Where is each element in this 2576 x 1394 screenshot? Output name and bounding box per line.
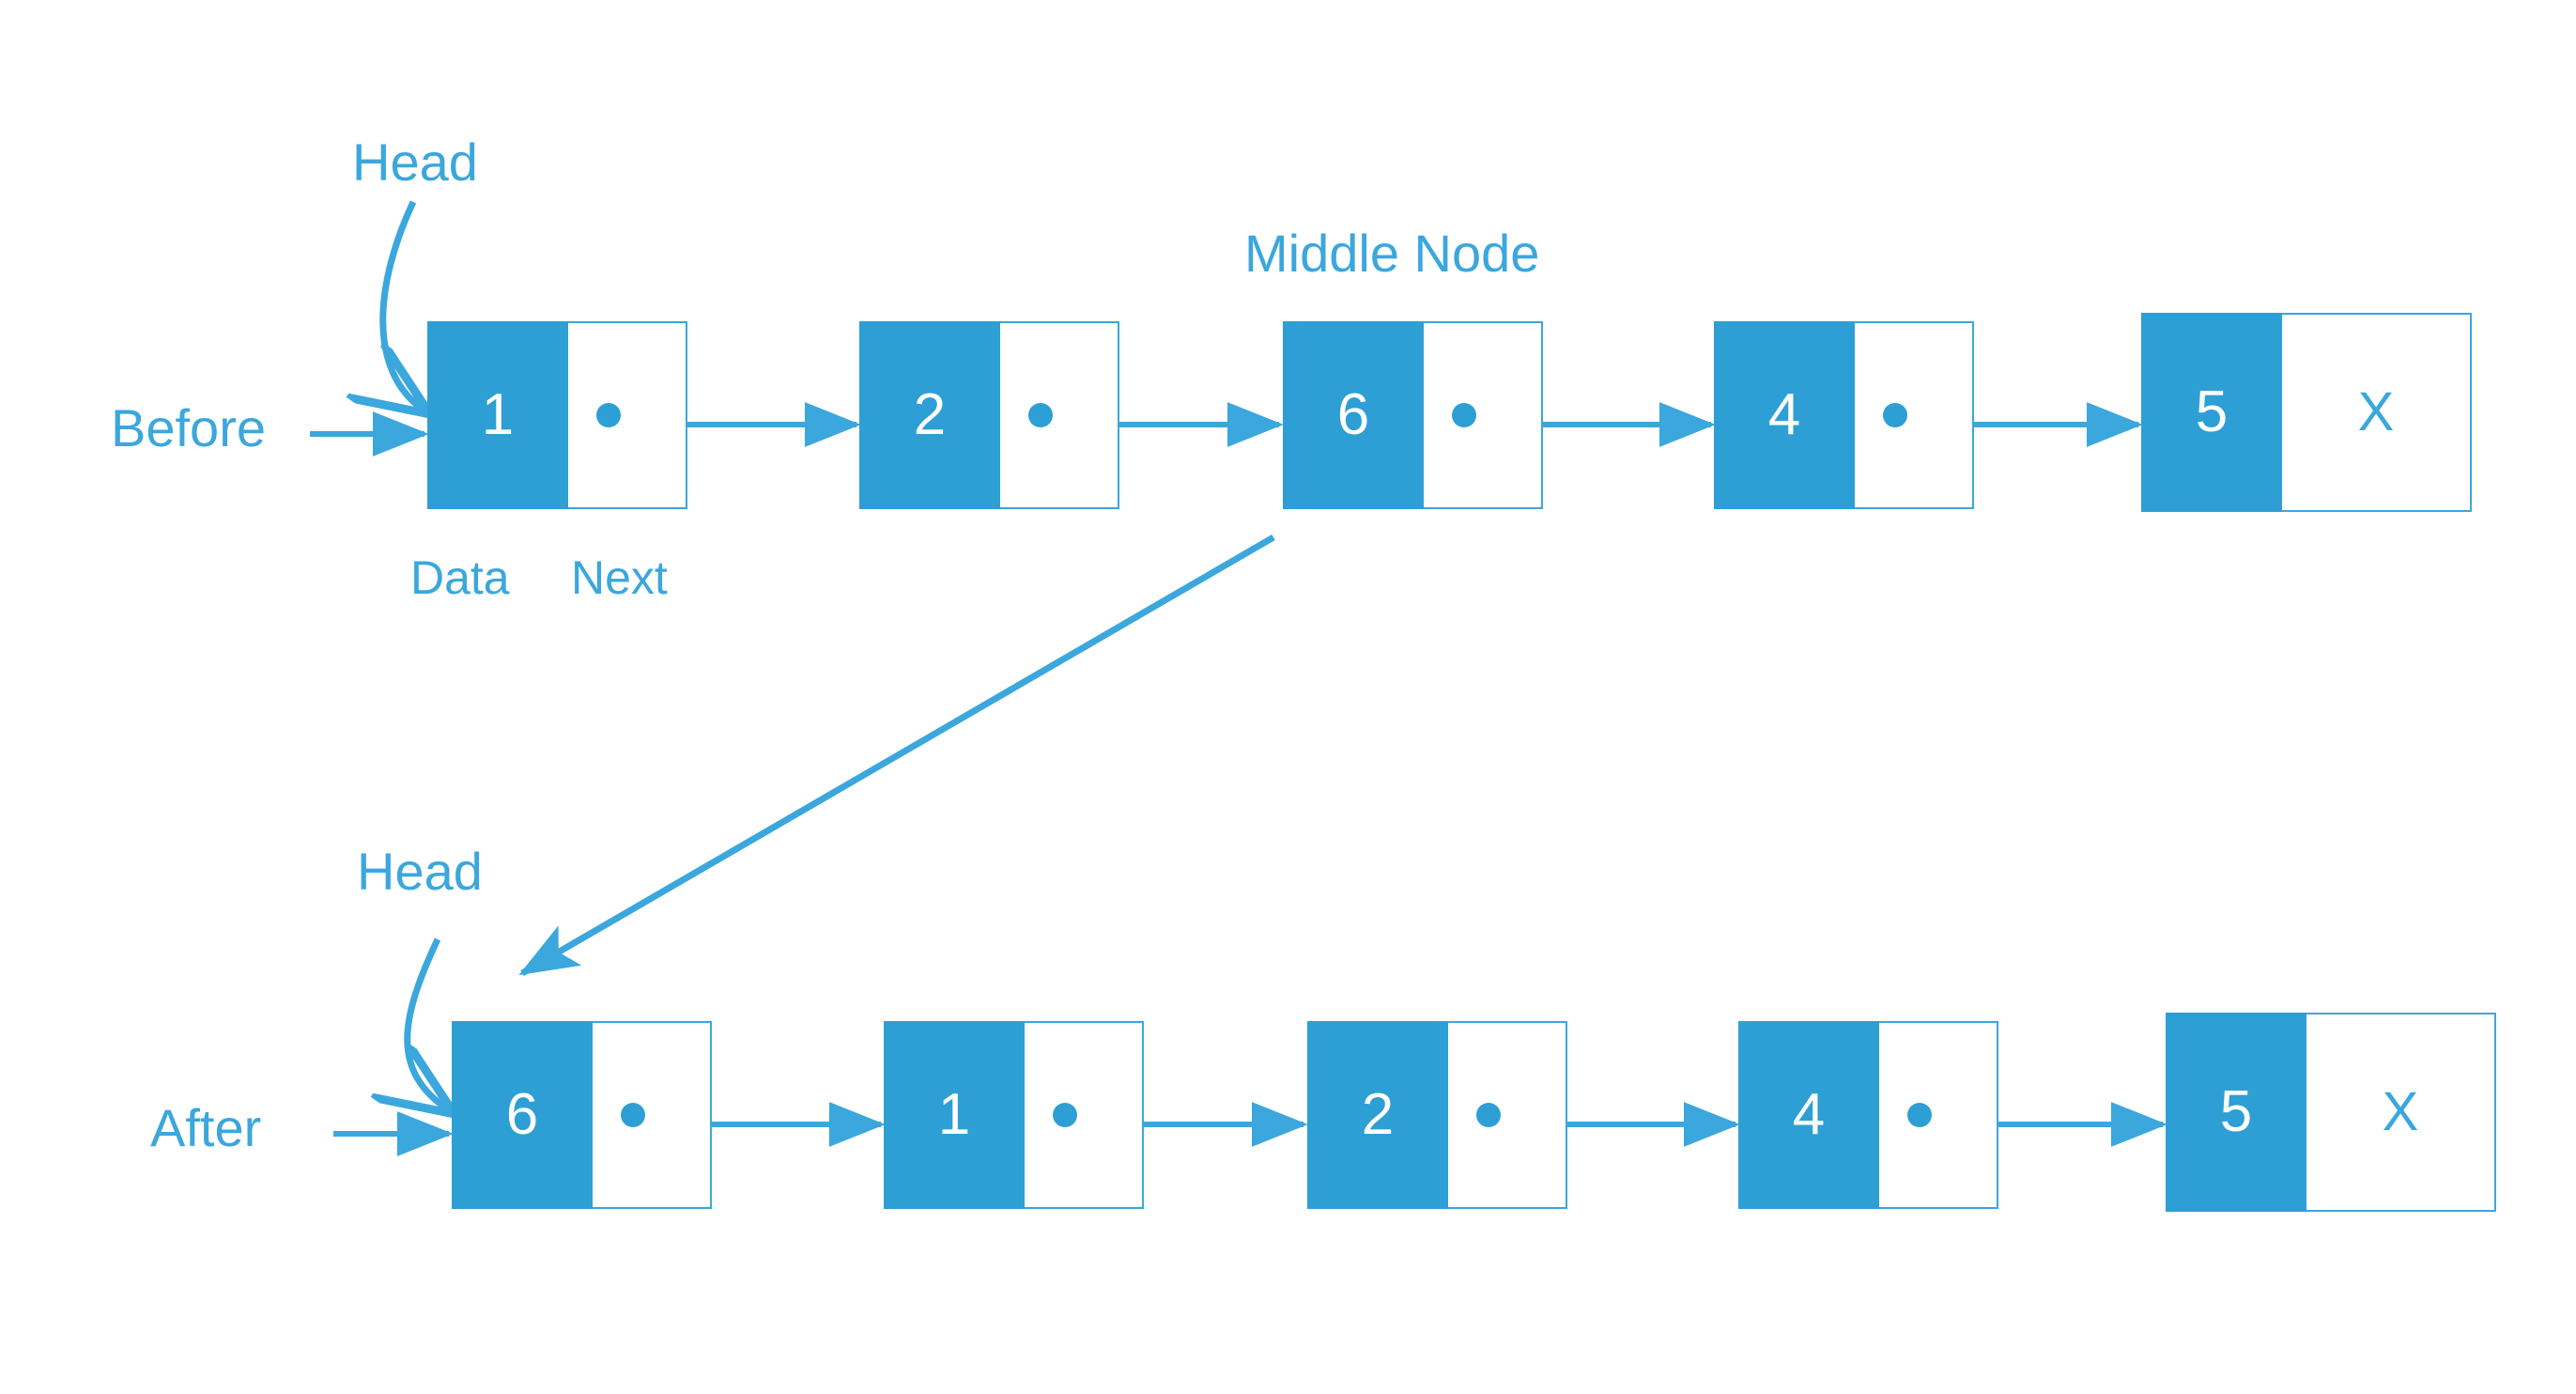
node-next-cell xyxy=(1025,1021,1144,1209)
head-label-before: Head xyxy=(352,132,478,192)
node-after-0[interactable]: 6 xyxy=(452,1021,712,1209)
node-next-cell xyxy=(1000,321,1119,509)
head-label-after: Head xyxy=(357,842,483,901)
node-data-cell: 6 xyxy=(1283,321,1424,509)
node-next-cell-null: X xyxy=(2306,1013,2496,1212)
data-caption: Data xyxy=(410,551,510,604)
node-data-cell: 4 xyxy=(1738,1021,1879,1209)
node-next-cell xyxy=(1424,321,1543,509)
node-data-cell: 5 xyxy=(2141,313,2282,512)
before-row-label: Before xyxy=(111,398,266,457)
node-next-cell xyxy=(568,321,687,509)
middle-node-label: Middle Node xyxy=(1244,224,1540,283)
node-next-cell xyxy=(1879,1021,1998,1209)
node-after-2[interactable]: 2 xyxy=(1307,1021,1567,1209)
node-next-cell xyxy=(1855,321,1974,509)
node-next-cell xyxy=(593,1021,712,1209)
node-data-cell: 1 xyxy=(427,321,568,509)
node-after-1[interactable]: 1 xyxy=(884,1021,1144,1209)
node-after-3[interactable]: 4 xyxy=(1738,1021,1998,1209)
node-after-4[interactable]: 5 X xyxy=(2166,1013,2496,1212)
node-data-cell: 2 xyxy=(1307,1021,1448,1209)
head-curve-arrow-after xyxy=(408,937,449,1110)
node-data-cell: 4 xyxy=(1714,321,1855,509)
node-next-cell xyxy=(1448,1021,1567,1209)
node-data-cell: 1 xyxy=(884,1021,1025,1209)
next-caption: Next xyxy=(571,551,668,604)
node-next-cell-null: X xyxy=(2282,313,2472,512)
node-before-3[interactable]: 4 xyxy=(1714,321,1974,509)
node-before-1[interactable]: 2 xyxy=(859,321,1119,509)
node-before-4[interactable]: 5 X xyxy=(2141,313,2472,512)
node-before-0[interactable]: 1 xyxy=(427,321,687,509)
node-data-cell: 6 xyxy=(452,1021,593,1209)
after-row-label: After xyxy=(150,1098,262,1157)
node-before-2[interactable]: 6 xyxy=(1283,321,1543,509)
node-data-cell: 5 xyxy=(2166,1013,2306,1212)
diagram-canvas: Head Middle Node Before Data Next Head A… xyxy=(0,0,2576,1394)
node-data-cell: 2 xyxy=(859,321,1000,509)
head-curve-arrow-before xyxy=(383,200,424,410)
